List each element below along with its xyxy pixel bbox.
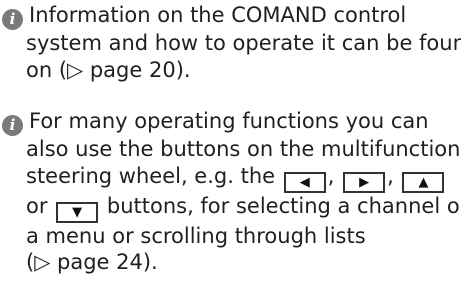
note2-line-6: (▷ page 24).	[26, 250, 158, 274]
note2-line-5: a menu or scrolling through lists	[26, 223, 366, 248]
separator-comma-2: ,	[387, 163, 394, 188]
note2-line-1: For many operating functions you can	[29, 109, 429, 133]
info-note-steering-wheel: i For many operating functions you can al…	[2, 108, 461, 276]
separator-comma-1: ,	[327, 163, 335, 188]
down-arrow-button-icon: ▼	[56, 201, 99, 223]
note1-line-3: on (▷ page 20).	[26, 57, 191, 82]
note2-line-4-prefix: or	[26, 193, 48, 218]
note1-line-1: Information on the COMAND control	[29, 3, 407, 27]
note2-line-3-text: steering wheel, e.g. the	[26, 163, 276, 188]
info-icon: i	[2, 115, 23, 136]
note2-line-2: also use the buttons on the multifunctio…	[26, 137, 461, 161]
right-arrow-button-icon: ▶	[343, 171, 386, 193]
note1-line-2: system and how to operate it can be foun…	[26, 31, 461, 55]
note2-line-4-text: buttons, for selecting a channel or	[106, 193, 461, 218]
left-arrow-button-icon: ◀	[283, 171, 326, 193]
up-arrow-button-icon: ▲	[402, 171, 445, 193]
info-icon: i	[2, 9, 23, 30]
info-note-comand: i Information on the COMAND control syste…	[2, 2, 461, 83]
